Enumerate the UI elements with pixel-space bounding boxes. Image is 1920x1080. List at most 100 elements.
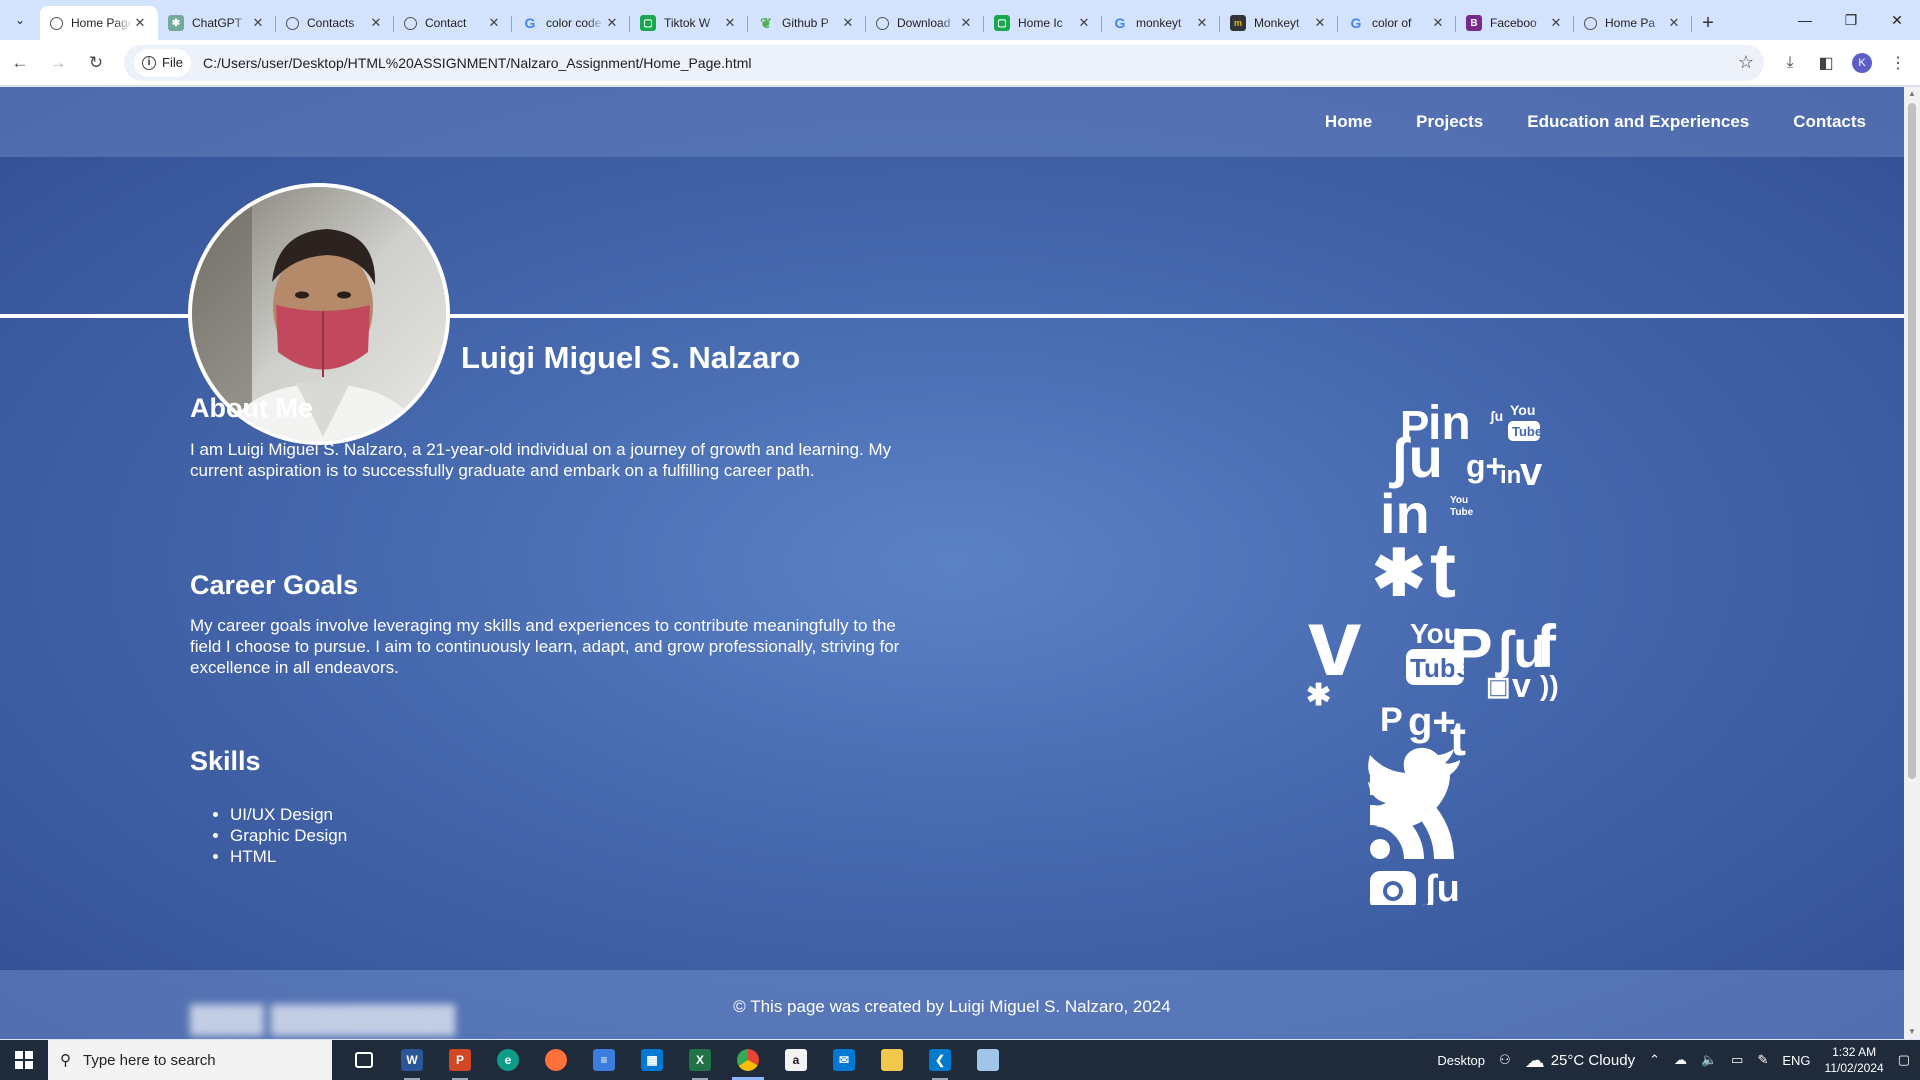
tab-color-code[interactable]: G color code ✕ <box>512 6 630 40</box>
tab-download[interactable]: Download ✕ <box>866 6 984 40</box>
window-controls: — ❐ ✕ <box>1782 0 1920 40</box>
download-icon[interactable]: ⤓ <box>1772 45 1808 81</box>
nav-education-link[interactable]: Education and Experiences <box>1527 112 1749 132</box>
scroll-up-icon[interactable]: ▲ <box>1904 87 1920 101</box>
bookmark-star-icon[interactable]: ☆ <box>1728 52 1764 73</box>
svg-text:✱: ✱ <box>1306 679 1331 712</box>
desktop-toolbar-label[interactable]: Desktop <box>1437 1053 1485 1068</box>
green-square-icon: ▢ <box>640 15 656 31</box>
amazon-icon[interactable]: a <box>772 1040 820 1080</box>
close-icon[interactable]: ✕ <box>604 15 620 31</box>
tab-title: color code <box>546 16 602 30</box>
scroll-thumb[interactable] <box>1908 103 1916 779</box>
tab-title: Home Page <box>71 16 132 30</box>
google-icon: G <box>1114 15 1126 31</box>
close-icon[interactable]: ✕ <box>132 15 148 31</box>
clock-time: 1:32 AM <box>1832 1045 1877 1059</box>
task-view-icon[interactable] <box>340 1040 388 1080</box>
close-icon[interactable]: ✕ <box>1430 15 1446 31</box>
taskbar-search-input[interactable]: ⚲ Type here to search <box>48 1040 332 1080</box>
svg-text:t: t <box>1450 713 1466 766</box>
tab-title: Home Ic <box>1018 16 1063 30</box>
minimize-icon[interactable]: — <box>1782 0 1828 40</box>
vscode-icon[interactable]: ❮ <box>916 1040 964 1080</box>
tab-title: Home Pa <box>1605 16 1656 30</box>
footer-copyright: © This page was created by Luigi Miguel … <box>733 997 1171 1016</box>
chrome-icon[interactable] <box>724 1040 772 1080</box>
system-tray: Desktop ⚇ ☁ 25°C Cloudy ⌃ ☁ 🔈 ▭ ✎ ENG 1:… <box>1437 1040 1920 1080</box>
tab-github[interactable]: ❦ Github P ✕ <box>748 6 866 40</box>
close-icon[interactable]: ✕ <box>1666 15 1682 31</box>
svg-text:ʃu: ʃu <box>1489 408 1503 424</box>
reload-icon[interactable]: ↻ <box>78 45 114 81</box>
forward-arrow-icon[interactable]: → <box>40 45 76 81</box>
network-icon[interactable]: ▭ <box>1731 1052 1743 1068</box>
restore-icon[interactable]: ❐ <box>1828 0 1874 40</box>
nav-projects-link[interactable]: Projects <box>1416 112 1483 132</box>
back-arrow-icon[interactable]: ← <box>2 45 38 81</box>
close-icon[interactable]: ✕ <box>1194 15 1210 31</box>
page-scrollbar[interactable]: ▲ ▼ <box>1904 87 1920 1039</box>
chevron-up-icon[interactable]: ⌃ <box>1649 1052 1660 1068</box>
close-icon[interactable]: ✕ <box>250 15 266 31</box>
close-icon[interactable]: ✕ <box>958 15 974 31</box>
windows-start-icon[interactable] <box>0 1040 48 1080</box>
volume-icon[interactable]: 🔈 <box>1701 1052 1717 1068</box>
tab-home-page-2[interactable]: Home Pa ✕ <box>1574 6 1692 40</box>
nav-home-link[interactable]: Home <box>1325 112 1372 132</box>
notepad-icon[interactable] <box>964 1040 1012 1080</box>
close-icon[interactable]: ✕ <box>1076 15 1092 31</box>
menu-kebab-icon[interactable]: ⋮ <box>1880 45 1916 81</box>
pen-icon[interactable]: ✎ <box>1757 1052 1768 1068</box>
notification-icon[interactable]: ▢ <box>1898 1052 1910 1068</box>
nav-contacts-link[interactable]: Contacts <box>1793 112 1866 132</box>
site-info-chip[interactable]: i File <box>134 48 191 77</box>
close-icon[interactable]: ✕ <box>722 15 738 31</box>
tumblr-icon: t <box>1430 526 1456 614</box>
scroll-down-icon[interactable]: ▼ <box>1904 1025 1920 1039</box>
tab-contacts[interactable]: Contacts ✕ <box>276 6 394 40</box>
word-icon[interactable]: W <box>388 1040 436 1080</box>
edge-icon[interactable]: e <box>484 1040 532 1080</box>
onedrive-icon[interactable]: ☁ <box>1674 1052 1687 1068</box>
globe-icon <box>50 16 63 30</box>
store-icon[interactable]: ▦ <box>628 1040 676 1080</box>
tab-title: Tiktok W <box>664 16 711 30</box>
firefox-icon[interactable] <box>532 1040 580 1080</box>
close-icon[interactable]: ✕ <box>840 15 856 31</box>
tab-home-icon[interactable]: ▢ Home Ic ✕ <box>984 6 1102 40</box>
people-icon[interactable]: ⚇ <box>1499 1052 1511 1068</box>
close-icon[interactable]: ✕ <box>368 15 384 31</box>
tab-monkeytype-search[interactable]: G monkeyt ✕ <box>1102 6 1220 40</box>
url-text[interactable]: C:/Users/user/Desktop/HTML%20ASSIGNMENT/… <box>203 55 1728 71</box>
tab-contact[interactable]: Contact ✕ <box>394 6 512 40</box>
new-tab-button[interactable]: + <box>1692 6 1724 40</box>
file-explorer-icon[interactable] <box>868 1040 916 1080</box>
tab-color-of[interactable]: G color of ✕ <box>1338 6 1456 40</box>
tab-tiktok[interactable]: ▢ Tiktok W ✕ <box>630 6 748 40</box>
career-goals-text: My career goals involve leveraging my sk… <box>190 616 900 677</box>
powerpoint-icon[interactable]: P <box>436 1040 484 1080</box>
blue-app-icon[interactable]: ≡ <box>580 1040 628 1080</box>
google-icon: G <box>1350 15 1362 31</box>
tab-title: Monkeyt <box>1254 16 1300 30</box>
excel-icon[interactable]: X <box>676 1040 724 1080</box>
tab-facebook[interactable]: B Faceboo ✕ <box>1456 6 1574 40</box>
tab-monkeytype[interactable]: m Monkeyt ✕ <box>1220 6 1338 40</box>
weather-widget[interactable]: ☁ 25°C Cloudy <box>1525 1048 1635 1073</box>
profile-button[interactable]: K <box>1844 45 1880 81</box>
clock[interactable]: 1:32 AM 11/02/2024 <box>1825 1044 1884 1076</box>
mail-icon[interactable]: ✉ <box>820 1040 868 1080</box>
address-bar[interactable]: i File C:/Users/user/Desktop/HTML%20ASSI… <box>124 44 1764 81</box>
tab-search-icon[interactable]: ⌄ <box>0 0 40 40</box>
side-panel-icon[interactable]: ◧ <box>1808 45 1844 81</box>
language-indicator[interactable]: ENG <box>1782 1053 1810 1068</box>
tab-chatgpt[interactable]: ✱ ChatGPT ✕ <box>158 6 276 40</box>
search-placeholder: Type here to search <box>83 1051 216 1069</box>
close-icon[interactable]: ✕ <box>1312 15 1328 31</box>
close-icon[interactable]: ✕ <box>1548 15 1564 31</box>
tab-home-page[interactable]: Home Page ✕ <box>40 6 158 40</box>
close-window-icon[interactable]: ✕ <box>1874 0 1920 40</box>
close-icon[interactable]: ✕ <box>486 15 502 31</box>
tab-title: monkeyt <box>1136 16 1182 30</box>
